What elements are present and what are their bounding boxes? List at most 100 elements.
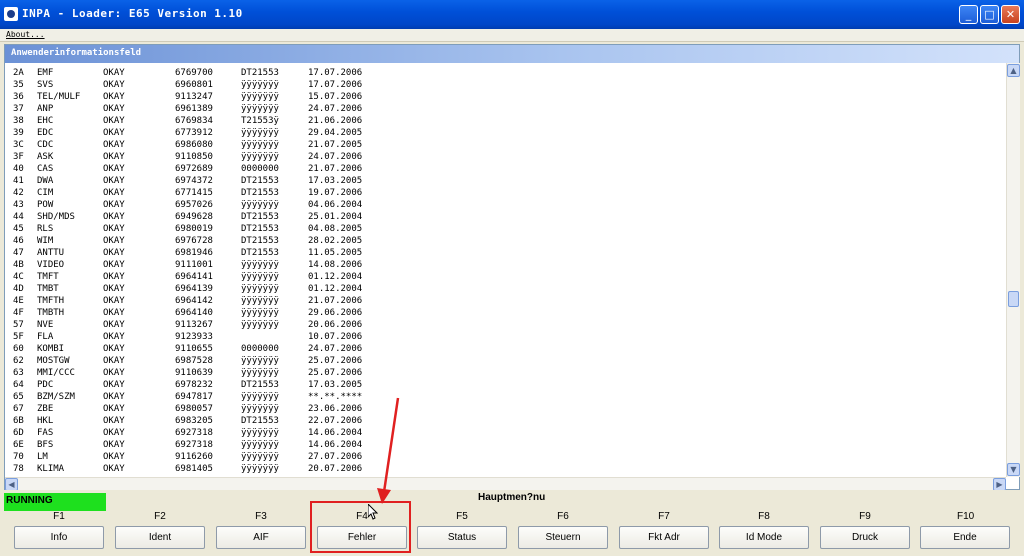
- ecu-status: OKAY: [103, 284, 125, 294]
- part-number: 6771415: [175, 188, 213, 198]
- ident-button[interactable]: Ident: [115, 526, 205, 549]
- ecu-address: 3C: [13, 140, 24, 150]
- ecu-address: 43: [13, 200, 24, 210]
- part-number: 9113267: [175, 320, 213, 330]
- ecu-list: 2A EMF OKAY 6769700 DT21553 17.07.2006 35 SVS OK…: [5, 67, 1005, 477]
- ecu-name: MOSTGW: [37, 356, 70, 366]
- sw-version: ÿÿÿÿÿÿÿ: [241, 428, 279, 438]
- ecu-status: OKAY: [103, 188, 125, 198]
- sw-version: ÿÿÿÿÿÿÿ: [241, 440, 279, 450]
- date: 25.07.2006: [308, 368, 363, 378]
- ecu-name: TMFT: [37, 272, 59, 282]
- aif-button[interactable]: AIF: [216, 526, 306, 549]
- part-number: 6964140: [175, 308, 213, 318]
- ecu-name: ANTTU: [37, 248, 65, 258]
- ecu-address: 4D: [13, 284, 24, 294]
- info-button[interactable]: Info: [14, 526, 104, 549]
- user-info-panel: Anwenderinformationsfeld 2A EMF OKAY 676970…: [4, 44, 1020, 491]
- table-row: 65 BZM/SZM OKAY 6947817 ÿÿÿÿÿÿÿ **.**.****: [5, 391, 1005, 403]
- part-number: 9111001: [175, 260, 213, 270]
- ecu-name: TMBTH: [37, 308, 65, 318]
- date: 14.06.2004: [308, 428, 363, 438]
- sw-version: ÿÿÿÿÿÿÿ: [241, 284, 279, 294]
- ende-button[interactable]: Ende: [920, 526, 1010, 549]
- part-number: 6964142: [175, 296, 213, 306]
- ecu-name: CIM: [37, 188, 54, 198]
- ecu-address: 6D: [13, 428, 24, 438]
- ecu-address: 64: [13, 380, 24, 390]
- ecu-name: POW: [37, 200, 54, 210]
- fkey-label-f2: F2: [154, 511, 166, 522]
- ecu-name: HKL: [37, 416, 54, 426]
- ecu-name: ZBE: [37, 404, 54, 414]
- sw-version: ÿÿÿÿÿÿÿ: [241, 104, 279, 114]
- date: 17.03.2005: [308, 176, 363, 186]
- ecu-status: OKAY: [103, 212, 125, 222]
- table-row: 62 MOSTGW OKAY 6987528 ÿÿÿÿÿÿÿ 25.07.2006: [5, 355, 1005, 367]
- vertical-scrollbar[interactable]: ▲ ▼: [1006, 63, 1020, 477]
- minimize-icon[interactable]: _: [959, 5, 978, 24]
- table-row: 47 ANTTU OKAY 6981946 DT21553 11.05.2005: [5, 247, 1005, 259]
- sw-version: ÿÿÿÿÿÿÿ: [241, 308, 279, 318]
- menu-about[interactable]: About...: [6, 29, 45, 41]
- scroll-down-icon[interactable]: ▼: [1007, 463, 1020, 476]
- part-number: 9110639: [175, 368, 213, 378]
- druck-button[interactable]: Druck: [820, 526, 910, 549]
- function-key-bar: RUNNING Hauptmen?nu F1 Info F2 Ident F3 AIF F4…: [0, 490, 1024, 556]
- fkey-label-f1: F1: [53, 511, 65, 522]
- ecu-status: OKAY: [103, 176, 125, 186]
- table-row: 44 SHD/MDS OKAY 6949628 DT21553 25.01.2004: [5, 211, 1005, 223]
- sw-version: ÿÿÿÿÿÿÿ: [241, 200, 279, 210]
- ecu-address: 60: [13, 344, 24, 354]
- ecu-name: BFS: [37, 440, 54, 450]
- ecu-address: 36: [13, 92, 24, 102]
- maximize-icon[interactable]: □: [980, 5, 999, 24]
- ecu-status: OKAY: [103, 392, 125, 402]
- date: 24.07.2006: [308, 344, 363, 354]
- close-icon[interactable]: ✕: [1001, 5, 1020, 24]
- scroll-up-icon[interactable]: ▲: [1007, 64, 1020, 77]
- fkt-adr-button[interactable]: Fkt Adr: [619, 526, 709, 549]
- status-button[interactable]: Status: [417, 526, 507, 549]
- ecu-address: 44: [13, 212, 24, 222]
- date: 15.07.2006: [308, 92, 363, 102]
- ecu-name: SHD/MDS: [37, 212, 75, 222]
- ecu-address: 2A: [13, 68, 24, 78]
- table-row: 3F ASK OKAY 9110850 ÿÿÿÿÿÿÿ 24.07.2006: [5, 151, 1005, 163]
- part-number: 9116260: [175, 452, 213, 462]
- horizontal-scrollbar[interactable]: ◀ ▶: [5, 477, 1006, 491]
- ecu-name: FLA: [37, 332, 54, 342]
- ecu-address: 40: [13, 164, 24, 174]
- id-mode-button[interactable]: Id Mode: [719, 526, 809, 549]
- scroll-thumb[interactable]: [1008, 291, 1019, 307]
- date: 29.04.2005: [308, 128, 363, 138]
- steuern-button[interactable]: Steuern: [518, 526, 608, 549]
- ecu-status: OKAY: [103, 260, 125, 270]
- table-row: 3C CDC OKAY 6986080 ÿÿÿÿÿÿÿ 21.07.2005: [5, 139, 1005, 151]
- part-number: 9110850: [175, 152, 213, 162]
- date: 28.02.2005: [308, 236, 363, 246]
- sw-version: DT21553: [241, 380, 279, 390]
- ecu-name: EDC: [37, 128, 54, 138]
- part-number: 6769700: [175, 68, 213, 78]
- ecu-address: 70: [13, 452, 24, 462]
- table-row: 40 CAS OKAY 6972689 0000000 21.07.2006: [5, 163, 1005, 175]
- ecu-name: FAS: [37, 428, 54, 438]
- ecu-address: 6E: [13, 440, 24, 450]
- part-number: 6769834: [175, 116, 213, 126]
- part-number: 6964141: [175, 272, 213, 282]
- ecu-status: OKAY: [103, 236, 125, 246]
- table-row: 6D FAS OKAY 6927318 ÿÿÿÿÿÿÿ 14.06.2004: [5, 427, 1005, 439]
- ecu-name: EMF: [37, 68, 54, 78]
- date: 25.07.2006: [308, 356, 363, 366]
- part-number: 6981405: [175, 464, 213, 474]
- ecu-name: DWA: [37, 176, 54, 186]
- sw-version: ÿÿÿÿÿÿÿ: [241, 152, 279, 162]
- ecu-address: 65: [13, 392, 24, 402]
- date: 17.07.2006: [308, 80, 363, 90]
- ecu-status: OKAY: [103, 272, 125, 282]
- ecu-address: 63: [13, 368, 24, 378]
- table-row: 5F FLA OKAY 9123933 10.07.2006: [5, 331, 1005, 343]
- panel-title: Anwenderinformationsfeld: [11, 48, 142, 58]
- table-row: 6B HKL OKAY 6983205 DT21553 22.07.2006: [5, 415, 1005, 427]
